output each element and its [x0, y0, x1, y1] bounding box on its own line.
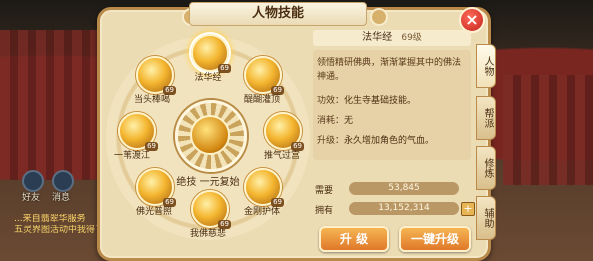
skill-wofocibei-icon[interactable]: 69: [191, 190, 231, 229]
chat-line: ...来自翡翠华服务: [14, 214, 86, 224]
need-label: 需要: [315, 186, 334, 196]
chat-line: 五灵界图活动中我得了: [14, 225, 104, 235]
friends-label: 好友: [22, 193, 41, 203]
skill-info-name: 法华经: [362, 32, 393, 43]
cost-value: 无: [344, 116, 354, 126]
skill-label: 佛光普照: [135, 207, 172, 217]
messages-icon[interactable]: [52, 170, 74, 192]
own-value: 13,152,314: [349, 202, 459, 215]
scene-curtain-left: [0, 30, 110, 180]
friends-icon[interactable]: [22, 170, 44, 192]
effect-value: 化生寺基础技能。: [344, 96, 417, 106]
skill-foguangpuzhao-icon[interactable]: 69: [136, 168, 176, 207]
upgrade-all-button[interactable]: 一键升级: [399, 226, 471, 252]
cost-key: 消耗：: [317, 116, 345, 126]
skill-label: 我佛慈悲: [189, 229, 226, 239]
skill-label: 当头棒喝: [133, 95, 170, 105]
tab-guild[interactable]: 帮派: [476, 96, 496, 140]
tab-auxiliary[interactable]: 辅助: [476, 196, 496, 240]
cost-required-row: 需要 53,845: [313, 182, 471, 196]
skill-info-level: 69级: [401, 33, 422, 43]
add-currency-button[interactable]: +: [461, 202, 475, 216]
skill-tuiqiguogong-icon[interactable]: 69: [264, 112, 304, 151]
skill-description-text: 领悟精研佛典，渐渐掌握其中的佛法神通。: [317, 58, 462, 82]
skill-description: 领悟精研佛典，渐渐掌握其中的佛法神通。 功效：化生寺基础技能。 消耗：无 升级：…: [313, 50, 471, 160]
messages-label: 消息: [52, 193, 71, 203]
title-ornament-right: [370, 8, 388, 26]
skill-wheel: 绝技 一元复始 69 法华经 69 醍醐灌顶 69 推气过宫 69 金刚护体 6…: [104, 30, 312, 248]
scene-curtain-right: [503, 75, 593, 185]
upgrade-button[interactable]: 升 级: [319, 226, 389, 252]
effect-key: 功效：: [317, 96, 345, 106]
skill-tihuguanding-icon[interactable]: 69: [244, 56, 284, 95]
chat-box[interactable]: ...来自翡翠华服务 五灵界图活动中我得了: [14, 214, 104, 236]
panel-title: 人物技能: [189, 2, 367, 26]
skill-info-header: 法华经 69级: [313, 30, 471, 46]
need-value: 53,845: [349, 182, 459, 195]
own-label: 拥有: [315, 206, 334, 216]
skill-jingganghuti-icon[interactable]: 69: [244, 168, 284, 207]
upgrade-value: 永久增加角色的气血。: [344, 136, 435, 146]
skill-info: 法华经 69级 领悟精研佛典，渐渐掌握其中的佛法神通。 功效：化生寺基础技能。 …: [313, 30, 475, 252]
skill-label: 醍醐灌顶: [243, 95, 280, 105]
skill-label: 法华经: [194, 73, 222, 83]
skill-fahuajing-icon[interactable]: 69: [191, 34, 231, 73]
skill-dangtoubanghe-icon[interactable]: 69: [136, 56, 176, 95]
tab-cultivation[interactable]: 修炼: [476, 146, 496, 190]
tab-character[interactable]: 人物: [476, 44, 496, 88]
skill-label: 推气过宫: [263, 151, 300, 161]
currency-owned-row: 拥有 13,152,314 +: [313, 202, 475, 216]
ultimate-skill-label: 绝技 一元复始: [176, 177, 240, 188]
skill-label: 金刚护体: [243, 207, 280, 217]
skill-label: 一苇渡江: [113, 151, 150, 161]
skill-yiweidujiang-icon[interactable]: 69: [118, 112, 158, 151]
ultimate-skill-icon[interactable]: [190, 115, 230, 155]
upgrade-key: 升级：: [317, 136, 345, 146]
